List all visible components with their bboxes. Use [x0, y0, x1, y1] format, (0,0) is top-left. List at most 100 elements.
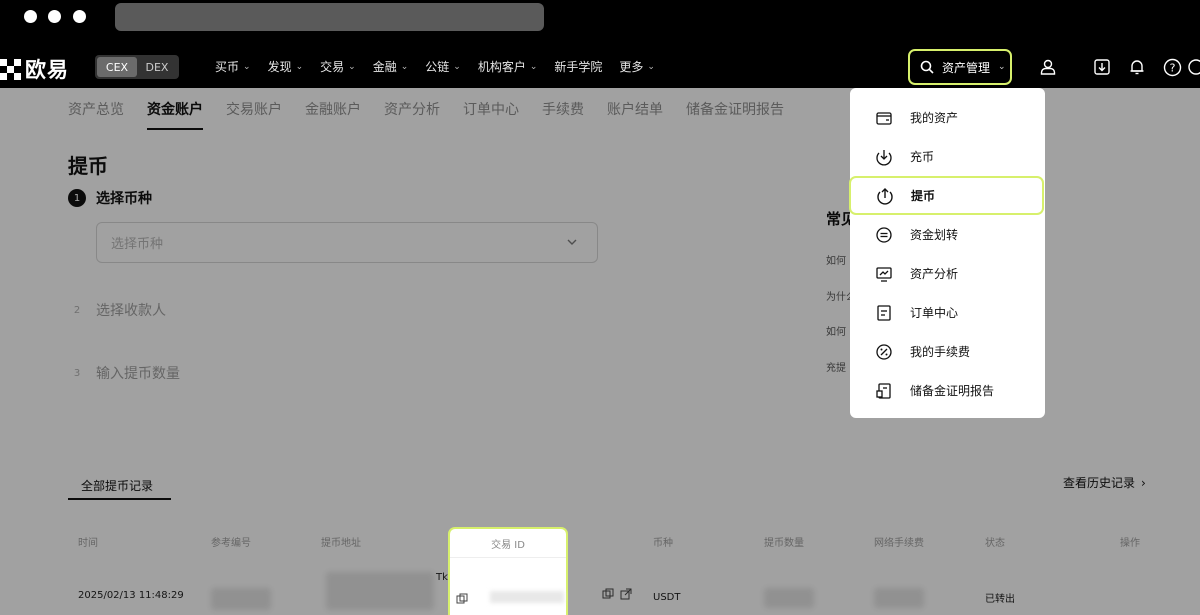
page-title: 提币 — [68, 154, 108, 178]
dropdown-item-my-assets[interactable]: 我的资产 — [850, 98, 1045, 137]
dropdown-item-withdraw[interactable]: 提币 — [849, 176, 1044, 215]
tab-asset-overview[interactable]: 资产总览 — [68, 88, 124, 130]
menu-item-finance[interactable]: 金融 ⌄ — [373, 58, 409, 75]
step-select-coin: 1 选择币种 — [68, 188, 152, 208]
copy-icon[interactable] — [456, 590, 468, 609]
column-header-action: 操作 — [1120, 538, 1140, 549]
menu-item-more[interactable]: 更多 ⌄ — [619, 58, 655, 75]
view-history-link[interactable]: 查看历史记录 › — [1063, 474, 1146, 491]
help-icon[interactable]: ? — [1162, 57, 1182, 77]
main-menu: 买币 ⌄ 发现 ⌄ 交易 ⌄ 金融 ⌄ 公链 ⌄ 机构客户 ⌄ 新手学院 更多 ⌄ — [215, 45, 672, 88]
window-minimize-dot[interactable] — [48, 10, 61, 23]
dropdown-item-label: 充币 — [910, 150, 935, 164]
menu-item-trade[interactable]: 交易 ⌄ — [320, 58, 356, 75]
copy-icon[interactable] — [602, 588, 614, 603]
row-fee-redacted — [874, 588, 924, 608]
address-bar[interactable] — [115, 3, 544, 31]
menu-item-label: 发现 — [267, 60, 292, 74]
asset-management-dropdown: 我的资产 充币 资金划转 资产分析 订单中心 我的手续费 储备金证明报告 — [850, 88, 1045, 418]
asset-management-button[interactable]: 资产管理 ⌄ — [908, 49, 1012, 85]
bell-icon[interactable] — [1127, 57, 1147, 77]
chevron-down-icon: ⌄ — [998, 62, 1006, 72]
tab-asset-analysis[interactable]: 资产分析 — [384, 88, 440, 130]
window-close-dot[interactable] — [24, 10, 37, 23]
column-header-reference: 参考编号 — [211, 538, 251, 549]
view-history-label: 查看历史记录 — [1063, 476, 1136, 490]
dropdown-item-proof-of-reserves[interactable]: 储备金证明报告 — [850, 371, 1045, 410]
menu-item-academy[interactable]: 新手学院 — [554, 58, 602, 75]
asset-management-label: 资产管理 — [942, 60, 991, 75]
dropdown-item-order-center[interactable]: 订单中心 — [850, 293, 1045, 332]
browser-chrome — [0, 0, 1200, 45]
menu-item-label: 公链 — [425, 60, 450, 74]
logo-text: 欧易 — [25, 58, 69, 82]
tab-order-center[interactable]: 订单中心 — [463, 88, 519, 130]
analysis-icon — [874, 264, 894, 284]
withdraw-icon — [875, 186, 895, 206]
tab-finance-account[interactable]: 金融账户 — [305, 88, 361, 130]
column-header-time: 时间 — [78, 538, 98, 549]
menu-item-institutional[interactable]: 机构客户 ⌄ — [478, 58, 538, 75]
row-address-fragment: Tk — [436, 572, 448, 583]
tab-trading-account[interactable]: 交易账户 — [226, 88, 282, 130]
tab-fees[interactable]: 手续费 — [542, 88, 584, 130]
column-header-network-fee: 网络手续费 — [874, 538, 924, 549]
tab-funding-account[interactable]: 资金账户 — [147, 88, 203, 130]
step-label: 选择币种 — [96, 191, 152, 207]
chevron-down-icon: ⌄ — [453, 61, 461, 72]
tx-id-column-highlight: 交易 ID — [448, 527, 568, 615]
deposit-icon — [874, 147, 894, 167]
search-icon — [920, 60, 934, 74]
column-header-amount: 提币数量 — [764, 538, 804, 549]
tx-id-redacted — [490, 591, 564, 603]
tab-proof-of-reserves[interactable]: 储备金证明报告 — [686, 88, 784, 130]
user-icon[interactable] — [1038, 57, 1058, 77]
dropdown-item-label: 我的手续费 — [910, 345, 971, 359]
dropdown-item-transfer[interactable]: 资金划转 — [850, 215, 1045, 254]
dropdown-item-label: 储备金证明报告 — [910, 384, 995, 398]
menu-item-discover[interactable]: 发现 ⌄ — [268, 58, 304, 75]
coin-select[interactable]: 选择币种 — [96, 222, 598, 263]
faq-item[interactable]: 如何 — [826, 252, 846, 267]
dex-option[interactable]: DEX — [137, 57, 177, 77]
transfer-icon — [874, 225, 894, 245]
faq-item[interactable]: 如何 — [826, 323, 846, 338]
cex-option[interactable]: CEX — [97, 57, 137, 77]
download-icon[interactable] — [1092, 57, 1112, 77]
faq-item[interactable]: 充提 — [826, 359, 846, 374]
all-withdrawals-tab[interactable]: 全部提币记录 — [68, 472, 171, 500]
menu-item-label: 交易 — [320, 60, 345, 74]
order-icon — [874, 303, 894, 323]
dropdown-item-asset-analysis[interactable]: 资产分析 — [850, 254, 1045, 293]
fee-icon — [874, 342, 894, 362]
row-status: 已转出 — [985, 594, 1015, 605]
step-enter-amount: 3 输入提币数量 — [68, 363, 180, 383]
tab-statements[interactable]: 账户结单 — [607, 88, 663, 130]
external-link-icon[interactable] — [620, 588, 632, 603]
chevron-right-icon: › — [1141, 475, 1146, 490]
step-label: 输入提币数量 — [96, 366, 180, 382]
dropdown-item-my-fees[interactable]: 我的手续费 — [850, 332, 1045, 371]
menu-item-label: 机构客户 — [477, 60, 526, 74]
menu-item-label: 买币 — [215, 60, 240, 74]
dropdown-item-deposit[interactable]: 充币 — [850, 137, 1045, 176]
report-icon — [874, 381, 894, 401]
window-maximize-dot[interactable] — [73, 10, 86, 23]
row-amount-redacted — [764, 588, 814, 608]
menu-item-label: 更多 — [619, 60, 644, 74]
globe-icon[interactable] — [1186, 57, 1200, 77]
divider — [450, 557, 566, 558]
menu-item-chain[interactable]: 公链 ⌄ — [425, 58, 461, 75]
coin-select-placeholder: 选择币种 — [111, 237, 164, 252]
logo[interactable]: 欧易 — [0, 54, 69, 84]
row-time: 2025/02/13 11:48:29 — [78, 590, 184, 601]
chevron-down-icon: ⌄ — [243, 61, 251, 72]
dropdown-item-label: 我的资产 — [910, 111, 959, 125]
account-tabs: 资产总览 资金账户 交易账户 金融账户 资产分析 订单中心 手续费 账户结单 储… — [68, 88, 807, 130]
wallet-icon — [874, 108, 894, 128]
chevron-down-icon: ⌄ — [647, 61, 655, 72]
dropdown-item-label: 提币 — [911, 189, 936, 203]
dropdown-item-label: 资金划转 — [910, 228, 959, 242]
cex-dex-switch[interactable]: CEX DEX — [95, 55, 179, 79]
menu-item-buy[interactable]: 买币 ⌄ — [215, 58, 251, 75]
